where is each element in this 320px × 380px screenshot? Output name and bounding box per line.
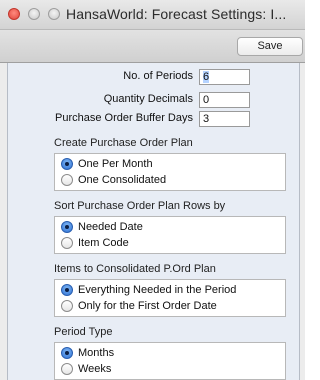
radio-selected-icon[interactable] bbox=[61, 158, 73, 170]
window-title: HansaWorld: Forecast Settings: I... bbox=[66, 6, 287, 22]
settings-content: No. of Periods 6 Quantity Decimals 0 Pur… bbox=[0, 63, 305, 380]
radio-selected-icon[interactable] bbox=[61, 221, 73, 233]
no-of-periods-value: 6 bbox=[203, 71, 210, 83]
radio-label: Weeks bbox=[78, 363, 112, 375]
sort-po-plan-group: Needed Date Item Code bbox=[54, 216, 286, 254]
zoom-window-icon[interactable] bbox=[48, 8, 60, 20]
radio-label: Item Code bbox=[78, 237, 129, 249]
radio-unselected-icon[interactable] bbox=[61, 300, 73, 312]
purchase-order-buffer-days-field[interactable]: 3 bbox=[199, 111, 250, 127]
radio-unselected-icon[interactable] bbox=[61, 237, 73, 249]
purchase-order-buffer-days-label: Purchase Order Buffer Days bbox=[55, 112, 193, 124]
radio-label: Months bbox=[78, 347, 115, 359]
quantity-decimals-label: Quantity Decimals bbox=[103, 93, 193, 105]
radio-selected-icon[interactable] bbox=[61, 347, 73, 359]
radio-label: One Per Month bbox=[78, 158, 153, 170]
items-consolidated-group: Everything Needed in the Period Only for… bbox=[54, 279, 286, 317]
radio-selected-icon[interactable] bbox=[61, 284, 73, 296]
radio-label: One Consolidated bbox=[78, 174, 167, 186]
radio-label: Needed Date bbox=[78, 221, 143, 233]
radio-label: Everything Needed in the Period bbox=[78, 284, 237, 296]
close-window-icon[interactable] bbox=[8, 8, 20, 20]
period-type-group: Months Weeks bbox=[54, 342, 286, 380]
no-of-periods-label: No. of Periods bbox=[123, 70, 193, 82]
period-type-title: Period Type bbox=[54, 326, 113, 338]
toolbar: Save bbox=[0, 30, 305, 63]
save-button[interactable]: Save bbox=[237, 37, 303, 56]
radio-label: Only for the First Order Date bbox=[78, 300, 217, 312]
create-po-plan-group: One Per Month One Consolidated bbox=[54, 153, 286, 191]
create-po-plan-title: Create Purchase Order Plan bbox=[54, 137, 193, 149]
radio-unselected-icon[interactable] bbox=[61, 363, 73, 375]
items-consolidated-title: Items to Consolidated P.Ord Plan bbox=[54, 263, 216, 275]
title-bar[interactable]: HansaWorld: Forecast Settings: I... bbox=[0, 0, 305, 30]
no-of-periods-field[interactable]: 6 bbox=[199, 69, 250, 85]
quantity-decimals-field[interactable]: 0 bbox=[199, 92, 250, 108]
settings-panel: No. of Periods 6 Quantity Decimals 0 Pur… bbox=[7, 63, 300, 380]
forecast-settings-window: HansaWorld: Forecast Settings: I... Save… bbox=[0, 0, 305, 380]
radio-unselected-icon[interactable] bbox=[61, 174, 73, 186]
minimize-window-icon[interactable] bbox=[28, 8, 40, 20]
sort-po-plan-title: Sort Purchase Order Plan Rows by bbox=[54, 200, 226, 212]
